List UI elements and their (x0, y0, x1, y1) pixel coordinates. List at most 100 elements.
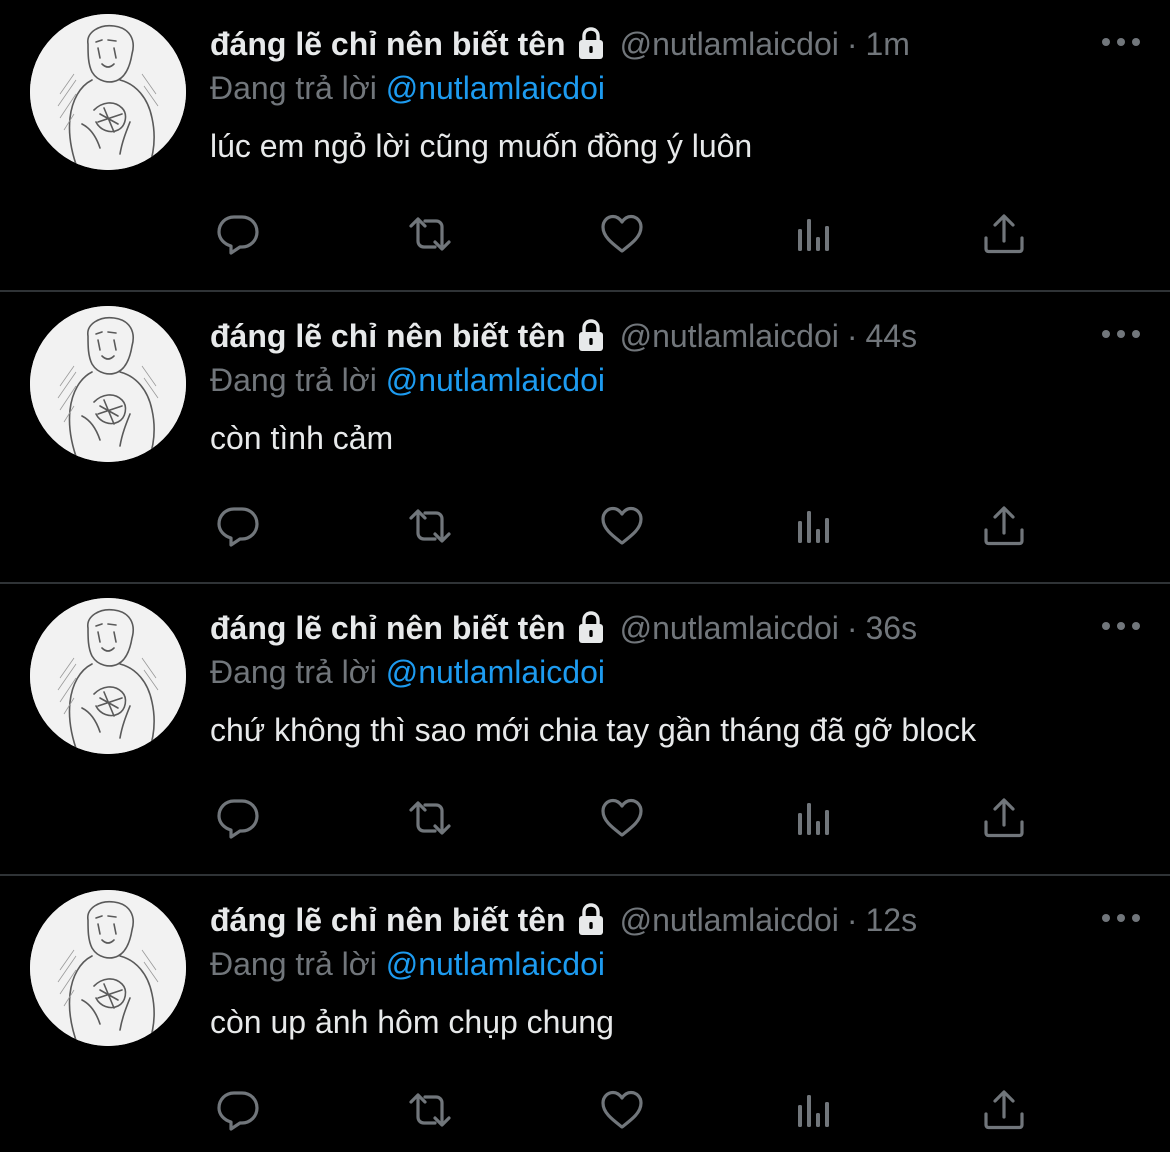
reply-mention-link[interactable]: @nutlamlaicdoi (386, 70, 605, 106)
like-button[interactable] (594, 206, 650, 262)
timestamp[interactable]: 12s (866, 902, 918, 939)
reply-mention-link[interactable]: @nutlamlaicdoi (386, 654, 605, 690)
more-options-button[interactable] (1096, 314, 1146, 354)
lock-icon (574, 610, 608, 646)
more-horizontal-icon (1102, 914, 1140, 922)
tweet[interactable]: đáng lẽ chỉ nên biết tên @nutlamlaicdoi … (0, 0, 1170, 292)
more-horizontal-icon (1102, 330, 1140, 338)
user-handle[interactable]: @nutlamlaicdoi (620, 26, 839, 63)
replying-to-line: Đang trả lời @nutlamlaicdoi (210, 70, 605, 107)
tweet[interactable]: đáng lẽ chỉ nên biết tên @nutlamlaicdoi … (0, 292, 1170, 584)
reply-icon (217, 215, 259, 255)
heart-icon (601, 798, 643, 837)
reply-button[interactable] (210, 790, 266, 846)
more-horizontal-icon (1102, 622, 1140, 630)
retweet-button[interactable] (402, 498, 458, 554)
timestamp[interactable]: 36s (866, 610, 918, 647)
replying-to-line: Đang trả lời @nutlamlaicdoi (210, 946, 605, 983)
retweet-icon (409, 217, 451, 251)
timestamp[interactable]: 1m (866, 26, 910, 63)
retweet-icon (409, 1093, 451, 1127)
heart-icon (601, 1090, 643, 1129)
separator-dot: · (846, 25, 858, 62)
more-horizontal-icon (1102, 38, 1140, 46)
reply-mention-link[interactable]: @nutlamlaicdoi (386, 362, 605, 398)
timestamp[interactable]: 44s (866, 318, 918, 355)
like-button[interactable] (594, 1082, 650, 1138)
tweet[interactable]: đáng lẽ chỉ nên biết tên @nutlamlaicdoi … (0, 584, 1170, 876)
avatar[interactable] (30, 14, 186, 170)
replying-to-line: Đang trả lời @nutlamlaicdoi (210, 654, 605, 691)
separator-dot: · (846, 609, 858, 646)
tweet-header: đáng lẽ chỉ nên biết tên @nutlamlaicdoi … (210, 22, 1080, 66)
views-button[interactable] (786, 1082, 842, 1138)
tweet-header: đáng lẽ chỉ nên biết tên @nutlamlaicdoi … (210, 898, 1080, 942)
tweet-text: chứ không thì sao mới chia tay gần tháng… (210, 712, 977, 748)
separator-dot: · (846, 317, 858, 354)
share-icon (984, 214, 1024, 254)
lock-icon (574, 902, 608, 938)
avatar[interactable] (30, 598, 186, 754)
user-handle[interactable]: @nutlamlaicdoi (620, 610, 839, 647)
tweet-header: đáng lẽ chỉ nên biết tên @nutlamlaicdoi … (210, 606, 1080, 650)
share-button[interactable] (976, 498, 1032, 554)
like-button[interactable] (594, 498, 650, 554)
timeline-feed: đáng lẽ chỉ nên biết tên @nutlamlaicdoi … (0, 0, 1170, 1152)
views-button[interactable] (786, 790, 842, 846)
retweet-button[interactable] (402, 790, 458, 846)
separator-dot: · (846, 901, 858, 938)
bar-chart-icon (798, 219, 829, 251)
bar-chart-icon (798, 511, 829, 543)
tweet-text: còn up ảnh hôm chụp chung (210, 1004, 614, 1040)
share-button[interactable] (976, 1082, 1032, 1138)
reply-icon (217, 1091, 259, 1131)
user-handle[interactable]: @nutlamlaicdoi (620, 902, 839, 939)
reply-mention-link[interactable]: @nutlamlaicdoi (386, 946, 605, 982)
views-button[interactable] (786, 206, 842, 262)
tweet-header: đáng lẽ chỉ nên biết tên @nutlamlaicdoi … (210, 314, 1080, 358)
avatar[interactable] (30, 306, 186, 462)
reply-button[interactable] (210, 1082, 266, 1138)
replying-to-label: Đang trả lời (210, 654, 377, 690)
lock-icon (574, 26, 608, 62)
display-name[interactable]: đáng lẽ chỉ nên biết tên (210, 610, 566, 647)
share-button[interactable] (976, 790, 1032, 846)
more-options-button[interactable] (1096, 22, 1146, 62)
more-options-button[interactable] (1096, 898, 1146, 938)
replying-to-label: Đang trả lời (210, 946, 377, 982)
share-icon (984, 506, 1024, 546)
share-icon (984, 1090, 1024, 1130)
retweet-button[interactable] (402, 1082, 458, 1138)
reply-icon (217, 507, 259, 547)
tweet-text: lúc em ngỏ lời cũng muốn đồng ý luôn (210, 128, 753, 164)
views-button[interactable] (786, 498, 842, 554)
lock-icon (574, 318, 608, 354)
reply-button[interactable] (210, 498, 266, 554)
retweet-icon (409, 801, 451, 835)
replying-to-label: Đang trả lời (210, 70, 377, 106)
tweet-actions (206, 790, 1046, 846)
bar-chart-icon (798, 1095, 829, 1127)
tweet-actions (206, 206, 1046, 262)
display-name[interactable]: đáng lẽ chỉ nên biết tên (210, 318, 566, 355)
bar-chart-icon (798, 803, 829, 835)
more-options-button[interactable] (1096, 606, 1146, 646)
user-handle[interactable]: @nutlamlaicdoi (620, 318, 839, 355)
like-button[interactable] (594, 790, 650, 846)
tweet-actions (206, 498, 1046, 554)
reply-icon (217, 799, 259, 839)
replying-to-line: Đang trả lời @nutlamlaicdoi (210, 362, 605, 399)
replying-to-label: Đang trả lời (210, 362, 377, 398)
tweet[interactable]: đáng lẽ chỉ nên biết tên @nutlamlaicdoi … (0, 876, 1170, 1151)
reply-button[interactable] (210, 206, 266, 262)
retweet-icon (409, 509, 451, 543)
display-name[interactable]: đáng lẽ chỉ nên biết tên (210, 902, 566, 939)
share-button[interactable] (976, 206, 1032, 262)
display-name[interactable]: đáng lẽ chỉ nên biết tên (210, 26, 566, 63)
heart-icon (601, 506, 643, 545)
retweet-button[interactable] (402, 206, 458, 262)
avatar[interactable] (30, 890, 186, 1046)
heart-icon (601, 214, 643, 253)
tweet-actions (206, 1082, 1046, 1138)
tweet-text: còn tình cảm (210, 420, 394, 456)
